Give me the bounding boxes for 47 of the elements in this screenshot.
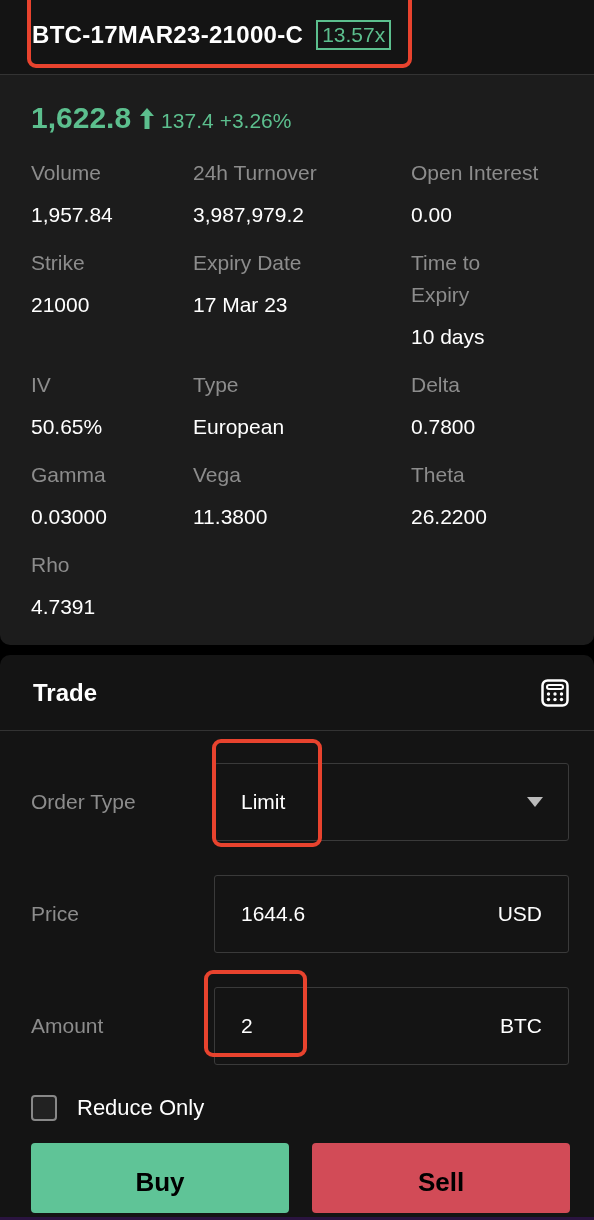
field-label: Price: [31, 902, 80, 926]
stat-value: 0.00: [411, 202, 453, 228]
input-field[interactable]: 1644.6 USD: [214, 875, 569, 953]
stat-value: 4.7391: [31, 594, 97, 620]
stat-value: 1,957.84: [31, 202, 114, 228]
checkbox[interactable]: [31, 1095, 57, 1121]
stat-value: 0.03000: [31, 504, 108, 530]
last-price: 1,622.8: [31, 101, 132, 135]
panel-title: Trade: [33, 678, 98, 707]
stat-label: Theta: [411, 462, 466, 488]
calculator-icon[interactable]: [541, 678, 569, 707]
caret-icon: [527, 797, 543, 807]
sell-button[interactable]: Sell: [312, 1143, 570, 1213]
stat-value: 26.2200: [411, 504, 488, 530]
field-label: Amount: [31, 1014, 105, 1038]
order-type-dropdown[interactable]: Limit: [214, 763, 569, 841]
stat-label: Rho: [31, 552, 71, 578]
stat-label: Delta: [411, 372, 462, 398]
stat-label: Time to Expiry: [411, 250, 482, 308]
stat-label: Volume: [31, 160, 103, 186]
stat-label: IV: [31, 372, 52, 398]
buy-button[interactable]: Buy: [31, 1143, 289, 1213]
stat-label: Expiry Date: [193, 250, 303, 276]
stat-value: 21000: [31, 292, 91, 318]
stat-label: Gamma: [31, 462, 107, 488]
up-arrow-icon: [139, 106, 156, 130]
instrument-title: BTC-17MAR23-21000-C: [32, 21, 304, 49]
stat-value: 0.7800: [411, 414, 477, 440]
leverage-badge: 13.57x: [316, 20, 392, 50]
stat-value: 11.3800: [193, 504, 269, 530]
unit-label: BTC: [500, 1014, 542, 1038]
field-label: Order Type: [31, 790, 137, 814]
stat-label: Vega: [193, 462, 242, 488]
stat-value: 10 days: [411, 324, 486, 350]
stat-value: European: [193, 414, 286, 440]
stat-label: Strike: [31, 250, 86, 276]
price-change-percent: +3.26%: [219, 109, 292, 133]
checkbox-label: Reduce Only: [77, 1095, 205, 1121]
stat-value: 50.65%: [31, 414, 104, 440]
stat-value: 3,987,979.2: [193, 202, 305, 228]
stat-value: 17 Mar 23: [193, 292, 289, 318]
price-change: 137.4: [161, 109, 214, 133]
stat-label: 24h Turnover: [193, 160, 318, 186]
stat-label: Type: [193, 372, 240, 398]
input-field[interactable]: 2 BTC: [214, 987, 569, 1065]
stat-label: Open Interest: [411, 160, 540, 186]
unit-label: USD: [497, 902, 542, 926]
